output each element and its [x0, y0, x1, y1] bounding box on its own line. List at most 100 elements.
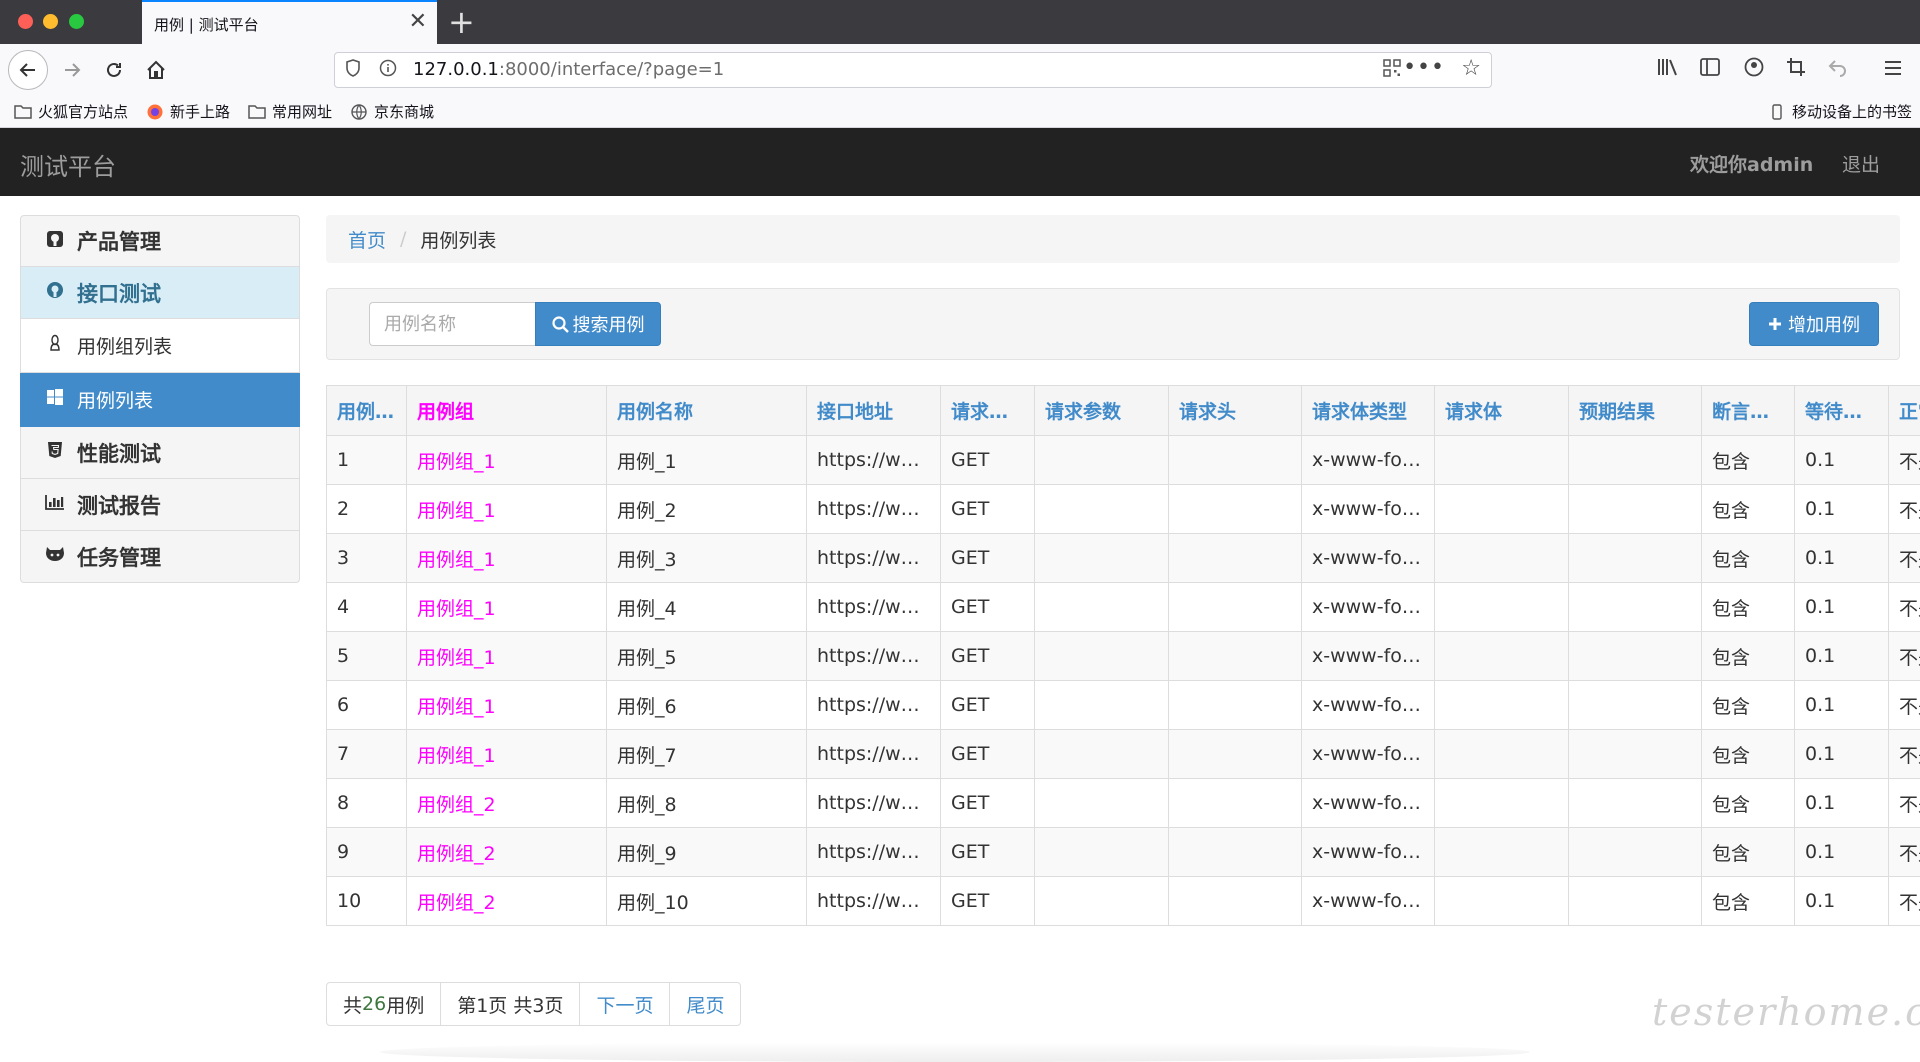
table-cell	[1568, 729, 1702, 779]
search-icon	[551, 315, 569, 333]
next-page-link[interactable]: 下一页	[579, 982, 671, 1026]
table-cell: x-www-for…	[1301, 435, 1435, 485]
reload-button[interactable]	[96, 52, 132, 88]
table-cell	[1168, 484, 1302, 534]
back-button[interactable]	[8, 50, 48, 90]
table-cell: x-www-for…	[1301, 582, 1435, 632]
window-close-button[interactable]	[18, 14, 33, 29]
case-group-link[interactable]: 用例组_1	[406, 435, 607, 485]
table-cell: 0.1	[1794, 876, 1889, 926]
table-cell: 用例_8	[606, 778, 807, 828]
reload-icon	[107, 62, 121, 77]
column-header: 接口地址	[806, 385, 941, 436]
table-cell	[1034, 582, 1169, 632]
tab-close-icon[interactable]: ✕	[409, 10, 427, 34]
table-cell: 用例_7	[606, 729, 807, 779]
table-cell: 不是	[1888, 778, 1920, 828]
sidebar-item-reports[interactable]: 测试报告	[20, 479, 300, 531]
search-cases-button[interactable]: 搜索用例	[535, 302, 661, 346]
table-cell: GET	[940, 778, 1035, 828]
case-group-link[interactable]: 用例组_2	[406, 778, 607, 828]
browser-tab-active[interactable]: 用例 | 测试平台 ✕	[142, 0, 437, 44]
table-cell	[1434, 680, 1569, 730]
add-case-button[interactable]: 增加用例	[1749, 302, 1879, 346]
table-cell: 5	[326, 631, 407, 681]
table-cell	[1434, 533, 1569, 583]
sidebar-item-tasks[interactable]: 任务管理	[20, 531, 300, 583]
sidebar-item-case-list[interactable]: 用例列表	[20, 373, 300, 427]
table-row: 8 用例组_2 用例_8 https://ww… GET x-www-for… 包含 0.1 不…	[326, 778, 1920, 828]
sidebar-menu: 产品管理 接口测试 用例组列表 用例列表 性能测试 测试报告 任务管理	[20, 215, 300, 583]
case-group-link[interactable]: 用例组_2	[406, 827, 607, 877]
table-cell	[1434, 435, 1569, 485]
sidebar-item-performance[interactable]: 性能测试	[20, 427, 300, 479]
table-cell: 0.1	[1794, 827, 1889, 877]
bookmark-item[interactable]: 火狐官方站点	[14, 101, 128, 122]
bookmark-item[interactable]: 京东商城	[350, 101, 434, 122]
account-icon[interactable]	[1744, 57, 1764, 83]
sidebar-item-products[interactable]: 产品管理	[20, 215, 300, 267]
home-button[interactable]	[138, 52, 174, 88]
library-icon[interactable]	[1657, 57, 1679, 83]
case-group-link[interactable]: 用例组_1	[406, 729, 607, 779]
screenshot-icon[interactable]	[1786, 57, 1806, 83]
table-cell: x-www-for…	[1301, 484, 1435, 534]
table-cell	[1168, 533, 1302, 583]
forward-button[interactable]	[54, 52, 90, 88]
undo-icon[interactable]	[1828, 57, 1848, 83]
url-text[interactable]: 127.0.0.1:8000/interface/?page=1	[413, 59, 724, 80]
sidebar-item-label: 测试报告	[77, 493, 161, 518]
table-cell: GET	[940, 582, 1035, 632]
breadcrumb-home-link[interactable]: 首页	[348, 226, 386, 253]
column-header: 正常	[1888, 385, 1920, 436]
bookmark-item[interactable]: 新手上路	[146, 101, 230, 122]
url-bar[interactable]: 127.0.0.1:8000/interface/?page=1 ••• ☆	[334, 52, 1492, 88]
bookmark-label: 火狐官方站点	[38, 103, 129, 121]
case-group-link[interactable]: 用例组_1	[406, 533, 607, 583]
window-zoom-button[interactable]	[69, 14, 84, 29]
app-brand[interactable]: 测试平台	[20, 147, 116, 182]
qr-code-icon[interactable]	[1383, 59, 1401, 82]
github-alt-icon	[45, 281, 65, 304]
table-cell: GET	[940, 484, 1035, 534]
case-name-search-input[interactable]	[369, 302, 535, 346]
table-cell: GET	[940, 631, 1035, 681]
mobile-bookmarks[interactable]: 移动设备上的书签	[1768, 101, 1912, 122]
logout-link[interactable]: 退出	[1842, 150, 1880, 177]
case-group-link[interactable]: 用例组_1	[406, 484, 607, 534]
window-minimize-button[interactable]	[43, 14, 58, 29]
table-cell: 9	[326, 827, 407, 877]
case-group-link[interactable]: 用例组_1	[406, 582, 607, 632]
case-group-link[interactable]: 用例组_1	[406, 631, 607, 681]
table-cell: 0.1	[1794, 582, 1889, 632]
shield-icon[interactable]	[345, 59, 361, 82]
bookmark-star-icon[interactable]: ☆	[1461, 56, 1481, 81]
case-group-link[interactable]: 用例组_1	[406, 680, 607, 730]
breadcrumb-separator: /	[400, 228, 407, 250]
last-page-link[interactable]: 尾页	[669, 982, 742, 1026]
table-cell: 不是	[1888, 680, 1920, 730]
table-cell	[1168, 729, 1302, 779]
sidebar-item-case-groups[interactable]: 用例组列表	[20, 319, 300, 373]
case-table-container: 用例ID 用例组 用例名称 接口地址 请求方式 请求参数 请求头 请求体类型 请求体 预期结果 断言…	[326, 385, 1920, 929]
menu-icon[interactable]	[1884, 57, 1902, 82]
table-cell	[1168, 435, 1302, 485]
table-cell: 2	[326, 484, 407, 534]
table-cell: x-www-for…	[1301, 876, 1435, 926]
sidebar-item-label: 任务管理	[77, 545, 161, 570]
new-tab-button[interactable]: +	[448, 4, 475, 40]
welcome-user-link[interactable]: 欢迎你admin	[1690, 150, 1813, 177]
browser-tab-strip: 用例 | 测试平台 ✕ +	[0, 0, 1920, 44]
table-cell: 用例_6	[606, 680, 807, 730]
more-actions-icon[interactable]: •••	[1403, 55, 1445, 80]
bookmark-item[interactable]: 常用网址	[248, 101, 332, 122]
info-icon[interactable]	[379, 59, 397, 82]
sidebar-item-api-test[interactable]: 接口测试	[20, 267, 300, 319]
sidebar-toggle-icon[interactable]	[1700, 57, 1720, 82]
column-header: 请求头	[1168, 385, 1302, 436]
table-cell: https://ww…	[806, 533, 941, 583]
case-group-link[interactable]: 用例组_2	[406, 876, 607, 926]
table-cell: 用例_3	[606, 533, 807, 583]
table-cell	[1568, 631, 1702, 681]
table-cell: 不是	[1888, 533, 1920, 583]
